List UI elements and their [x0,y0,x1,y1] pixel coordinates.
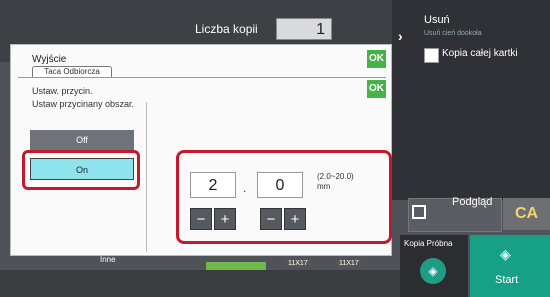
copy-whole-checkbox[interactable] [424,48,439,63]
proof-copy-label: Kopia Próbna [404,239,453,248]
copy-whole-label[interactable]: Kopia całej kartki [442,48,518,59]
instruction-text: Ustaw przycinany obszar. [32,99,135,109]
ok-button-top[interactable]: OK [367,50,386,68]
paper-size-2: 11X17 [336,260,362,267]
range-hint: (2.0~20.0) mm [317,172,354,192]
diamond-start-icon: ◈ [420,258,446,284]
copies-label: Liczba kopii [195,22,258,36]
off-button[interactable]: Off [30,130,134,150]
diamond-start-icon: ◈ [500,246,511,262]
decimal-minus-button[interactable]: − [260,208,282,230]
decimal-separator: . [243,181,247,195]
copies-input[interactable]: 1 [276,18,332,40]
preview-magnifier-icon [412,205,426,219]
bottom-bar [0,270,400,297]
start-button[interactable] [470,235,550,297]
paper-indicator [206,262,266,270]
divider [146,102,147,252]
value-integer-field[interactable]: 2 [190,172,236,198]
decimal-plus-button[interactable]: + [284,208,306,230]
integer-minus-button[interactable]: − [190,208,212,230]
paper-size-1: 11X17 [285,260,311,267]
usun-subtitle: Usuń cień dookoła [424,30,482,37]
ok-button-inner[interactable]: OK [367,80,386,98]
divider [18,77,386,78]
range-unit: mm [317,182,331,191]
clear-all-button[interactable]: CA [503,198,550,230]
usun-title[interactable]: Usuń [424,14,450,26]
on-button[interactable]: On [30,158,134,180]
other-label[interactable]: Inne [100,255,116,264]
instruction-title: Ustaw. przycin. [32,86,93,96]
dialog-title: Wyjście [32,54,67,65]
integer-plus-button[interactable]: + [214,208,236,230]
chevron-right-icon[interactable]: › [398,28,403,44]
value-decimal-field[interactable]: 0 [257,172,303,198]
preview-label: Podgląd [452,196,493,208]
start-label: Start [495,274,519,286]
range-line-1: (2.0~20.0) [317,172,354,181]
